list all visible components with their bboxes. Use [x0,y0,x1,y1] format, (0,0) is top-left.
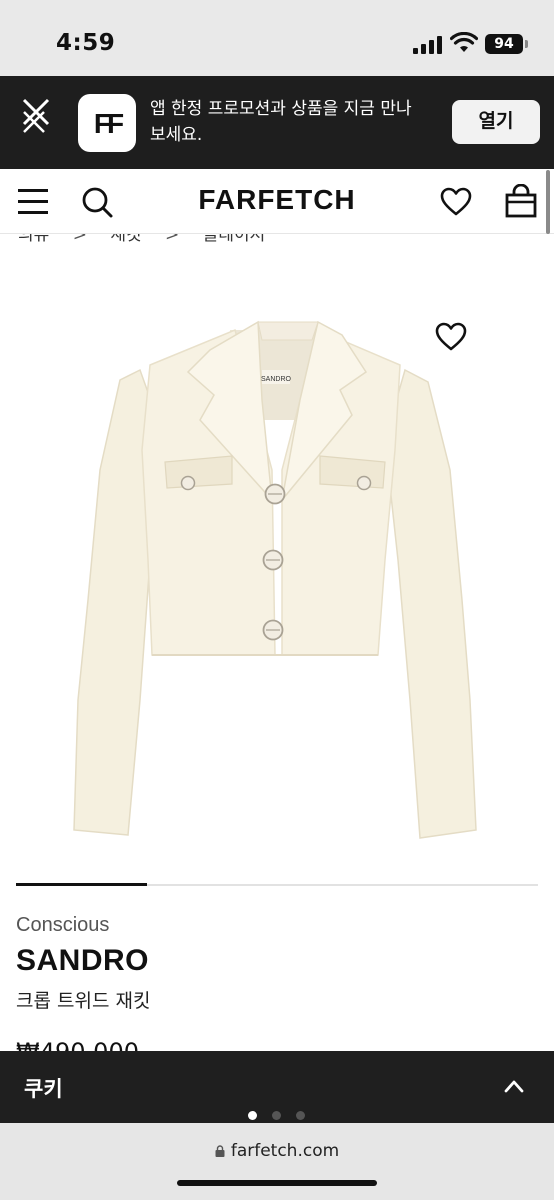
wishlist-heart-icon[interactable] [440,187,472,217]
promo-message: 앱 한정 프로모션과 상품을 지금 만나보세요. [150,99,412,145]
search-icon[interactable] [80,185,114,219]
product-image[interactable]: SANDRO [0,290,554,870]
home-indicator[interactable] [177,1180,377,1186]
shopping-bag-icon[interactable] [504,184,538,218]
close-icon[interactable] [18,94,52,134]
image-carousel-progress [16,883,147,886]
url-display[interactable]: farfetch.com [0,1141,554,1161]
garment-brand-label: SANDRO [261,376,292,383]
page-dot[interactable] [272,1111,281,1120]
app-promo-banner: FF 앱 한정 프로모션과 상품을 지금 만나보세요. 열기 [0,76,554,169]
page-scrollbar[interactable] [546,170,550,234]
add-to-wishlist-heart-icon[interactable] [434,322,468,352]
page-dot[interactable] [296,1111,305,1120]
farfetch-logo-icon: FF [94,108,127,139]
open-app-button[interactable]: 열기 [452,100,540,144]
hamburger-menu-icon[interactable] [18,187,48,215]
chevron-up-icon[interactable] [503,1077,525,1095]
cookie-label: 쿠키 [24,1077,63,1101]
product-brand[interactable]: SANDRO [16,944,149,978]
site-header: FARFETCH [0,169,554,234]
cookie-page-dots [0,1108,554,1122]
farfetch-app-icon: FF [78,94,136,152]
browser-url-bar[interactable]: farfetch.com [0,1123,554,1200]
cellular-signal-icon [413,36,443,54]
page-dot[interactable] [248,1111,257,1120]
wifi-icon [450,32,478,52]
status-bar: 4:59 94 [0,0,554,76]
site-logo[interactable]: FARFETCH [150,184,404,216]
product-name: 크롭 트위드 재킷 [16,990,151,1012]
status-time: 4:59 [56,30,116,56]
battery-indicator: 94 [485,34,528,54]
page: 4:59 94 FF 앱 한정 프로모션과 상품을 지금 만나보세요. 열기 F… [0,0,554,1200]
url-text: farfetch.com [230,1141,340,1161]
lock-icon [215,1145,225,1157]
conscious-tag: Conscious [16,914,110,936]
svg-text:FF: FF [94,108,124,139]
